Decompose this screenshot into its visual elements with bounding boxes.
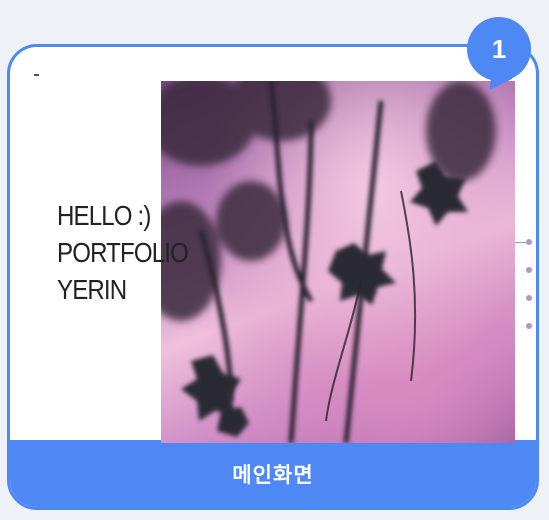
hero-line-hello: HELLO :)	[57, 200, 151, 231]
screen-label-bar: 메인화면	[10, 440, 536, 507]
screen-label: 메인화면	[232, 462, 314, 487]
page-dot[interactable]	[526, 295, 532, 301]
page-dot[interactable]	[526, 323, 532, 329]
hero-photo	[161, 81, 515, 443]
hero-line-name: YERIN	[57, 274, 127, 305]
page-dot[interactable]	[526, 267, 532, 273]
step-number-badge: 1	[467, 17, 531, 81]
hero-line-portfolio: PORTFOLIO	[57, 237, 189, 268]
step-number: 1	[491, 33, 507, 64]
page-dot[interactable]	[526, 239, 532, 245]
hero-text: HELLO :) PORTFOLIO YERIN	[57, 197, 189, 308]
screen-preview-card: HELLO :) PORTFOLIO YERIN 메인화면	[7, 44, 539, 510]
menu-dash-icon	[34, 74, 39, 76]
flower-photo-icon	[161, 81, 496, 443]
